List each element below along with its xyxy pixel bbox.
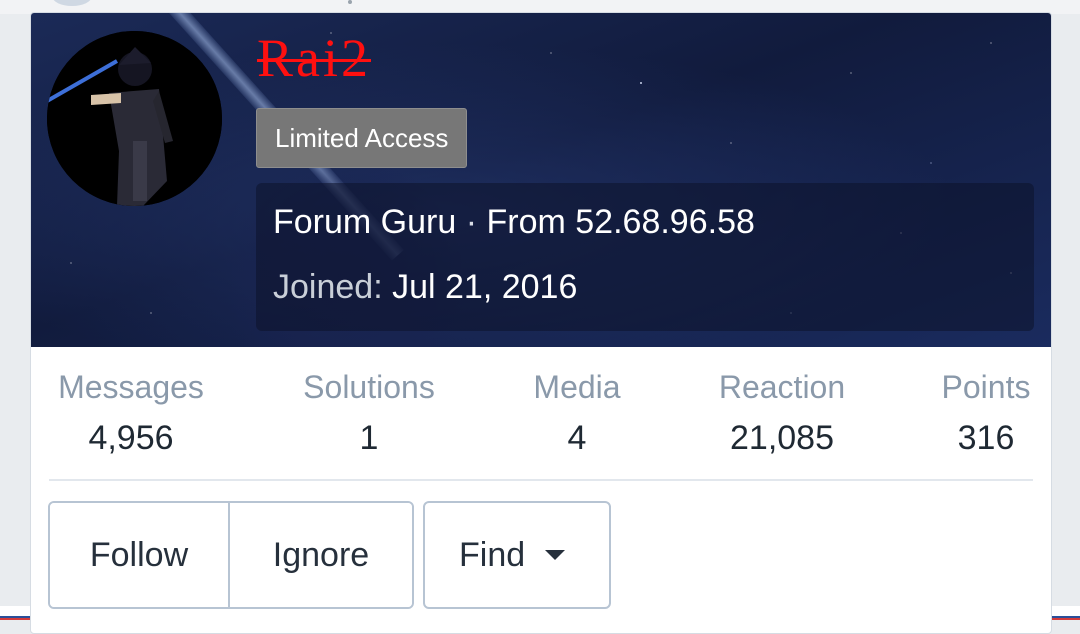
stat-value: 4 [567,419,587,457]
page-header-fragment [52,0,92,6]
stat-reaction[interactable]: Reaction 21,085 [682,365,882,467]
stat-value: 21,085 [730,419,834,457]
stat-label: Solutions [303,369,435,405]
user-title: Forum Guru [273,203,457,241]
follow-button[interactable]: Follow [50,503,230,607]
joined-line: Joined: Jul 21, 2016 [273,268,577,307]
username[interactable]: Rai2 [257,23,371,93]
stat-media[interactable]: Media 4 [477,365,677,467]
avatar[interactable] [47,31,222,206]
joined-date: Jul 21, 2016 [392,268,578,306]
stat-value: 4,956 [88,419,174,457]
stat-value: 316 [957,419,1015,457]
find-button-label: Find [459,536,526,574]
stat-messages[interactable]: Messages 4,956 [31,365,231,467]
profile-banner: Rai2 Limited Access Forum Guru · From 52… [31,13,1051,347]
user-title-line: Forum Guru · From 52.68.96.58 [273,203,755,242]
ignore-button[interactable]: Ignore [230,503,412,607]
title-separator: · [465,203,478,241]
stat-label: Media [533,369,621,405]
background-edge-left [0,606,30,620]
stat-points[interactable]: Points 316 [886,365,1051,467]
limited-access-badge: Limited Access [256,108,468,168]
user-location: From 52.68.96.58 [486,203,755,241]
stats-divider [49,479,1033,481]
caret-down-icon [545,550,565,560]
stat-label: Points [941,369,1031,405]
stat-label: Reaction [718,369,846,405]
member-tooltip-card: Rai2 Limited Access Forum Guru · From 52… [30,12,1052,634]
stat-value: 1 [359,419,379,457]
stat-label: Messages [58,369,204,405]
joined-label: Joined: [273,268,383,306]
avatar-image [47,31,222,206]
find-button[interactable]: Find [423,501,611,609]
follow-ignore-group: Follow Ignore [48,501,414,609]
member-stats: Messages 4,956 Solutions 1 Media 4 React… [31,365,1051,485]
stat-solutions[interactable]: Solutions 1 [269,365,469,467]
background-edge-right [1050,606,1080,620]
profile-info-panel: Forum Guru · From 52.68.96.58 Joined: Ju… [256,183,1034,331]
page-header-dot [348,0,352,4]
